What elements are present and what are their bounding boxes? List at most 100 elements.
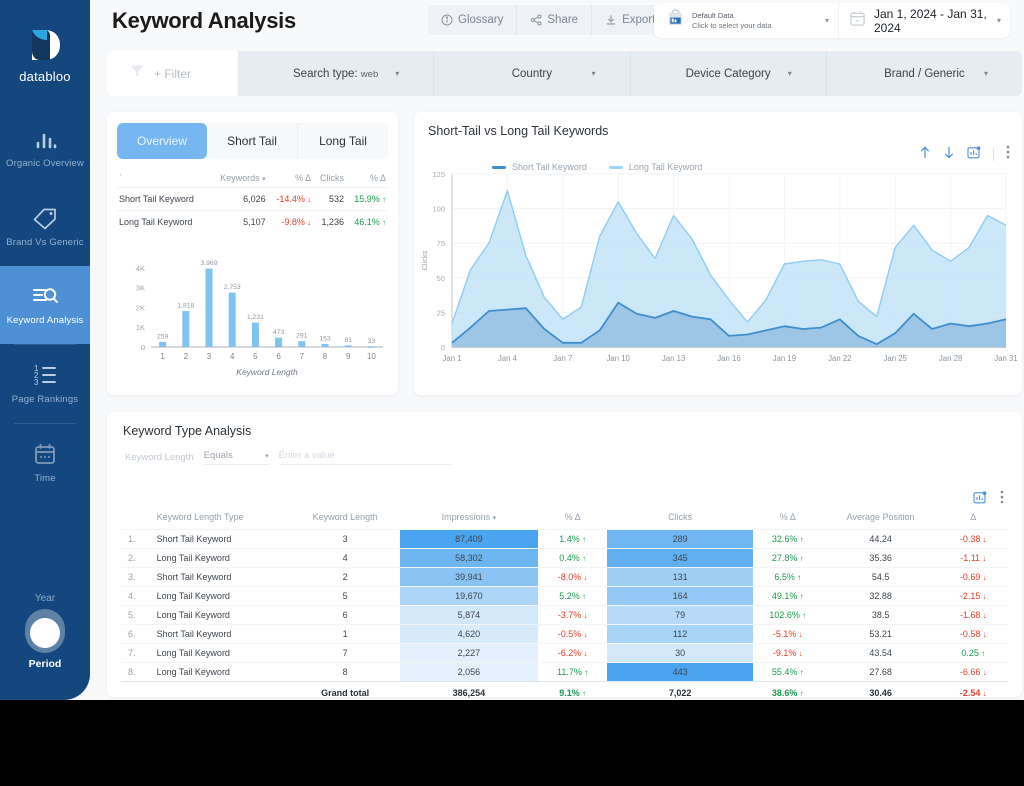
cell-total-clicks: 7,022 [607, 681, 753, 704]
table-row[interactable]: 3. Short Tail Keyword 2 39,941 -8.0% ↓ 131 6.5… [121, 567, 1008, 587]
filter-operator-value: Equals [203, 450, 233, 461]
col-keyword-length[interactable]: Keyword Length [290, 507, 400, 530]
bar-chart-icon [33, 129, 57, 151]
sidebar-item-organic-overview[interactable]: Organic Overview [0, 110, 90, 188]
glossary-label: Glossary [458, 14, 504, 26]
col-blank: ` [117, 169, 210, 188]
col-keyword-length-type[interactable]: Keyword Length Type [143, 507, 291, 530]
table-row[interactable]: 8. Long Tail Keyword 8 2,056 11.7% ↑ 443 55.4%… [121, 662, 1008, 682]
svg-text:1K: 1K [136, 323, 145, 332]
filter-country-label: Country [511, 67, 553, 80]
sidebar-item-label: Organic Overview [6, 158, 84, 169]
svg-text:Jan 19: Jan 19 [773, 354, 796, 363]
cell-keyword-length: 1 [290, 624, 401, 644]
table-head: Keyword Length Type Keyword Length Impre… [121, 507, 1008, 530]
sidebar-item-keyword-analysis[interactable]: Keyword Analysis [0, 266, 90, 344]
filter-search-type[interactable]: Search type: web ▾ [238, 51, 435, 96]
table-row[interactable]: 6. Short Tail Keyword 1 4,620 -0.5% ↓ 112 -5.1… [121, 624, 1008, 644]
arrow-up-icon[interactable] [919, 146, 931, 164]
table-row[interactable]: 5. Long Tail Keyword 6 5,874 -3.7% ↓ 79 102.6%… [121, 605, 1008, 625]
toolbar-divider [993, 148, 994, 161]
col-impressions-delta[interactable]: % Δ [538, 507, 608, 530]
chevron-down-icon[interactable]: ▾ [395, 69, 399, 78]
svg-text:Jan 22: Jan 22 [828, 354, 851, 363]
add-filter-button[interactable]: + Filter [107, 51, 238, 96]
sort-caret-icon: ▾ [262, 176, 266, 183]
col-impressions[interactable]: Impressions ▾ [400, 507, 538, 530]
chevron-down-icon[interactable]: ▾ [825, 16, 829, 25]
filter-operator-select[interactable]: Equals ▾ [203, 450, 269, 465]
svg-text:9: 9 [346, 352, 351, 361]
table-row[interactable]: 2. Long Tail Keyword 4 58,302 0.4% ↑ 345 27.8%… [121, 548, 1008, 568]
arrow-down-icon: ↓ [304, 218, 312, 227]
cell-impressions-delta: 1.4% ↑ [537, 529, 608, 549]
funnel-icon [129, 63, 145, 84]
tab-long-tail[interactable]: Long Tail [298, 123, 388, 159]
col-average-position[interactable]: Average Position [823, 507, 939, 530]
svg-text:Jan 13: Jan 13 [662, 354, 685, 363]
cell-total-label: Grand total [290, 681, 401, 704]
cell-average-position: 32.88 [822, 586, 939, 606]
filter-country[interactable]: Country ▾ [434, 51, 631, 96]
cell-average-position: 53.21 [822, 624, 939, 644]
cell-clicks-delta: -5.1% ↓ [752, 624, 823, 644]
calendar-icon [849, 10, 866, 32]
chart-export-icon[interactable] [967, 145, 981, 164]
table-row[interactable]: Short Tail Keyword 6,026 -14.4% ↓ 532 15… [117, 187, 388, 211]
table-row[interactable]: 7. Long Tail Keyword 7 2,227 -6.2% ↓ 30 -9.1% … [121, 643, 1008, 663]
col-clicks-delta[interactable]: % Δ [753, 507, 823, 530]
cell-clicks: 164 [607, 586, 753, 606]
arrow-up-icon: ↑ [379, 195, 386, 204]
col-clicks[interactable]: Clicks [607, 507, 752, 530]
table-row[interactable]: Long Tail Keyword 5,107 -9.8% ↓ 1,236 46… [117, 210, 388, 233]
sidebar-item-label: Page Rankings [11, 394, 79, 405]
chevron-down-icon[interactable]: ▾ [591, 69, 595, 78]
data-source-selector[interactable]: Default Data Click to select your data ▾ [654, 3, 838, 38]
chevron-down-icon[interactable]: ▾ [984, 69, 988, 78]
cell-keyword-length-type: Long Tail Keyword [142, 605, 291, 625]
keyword-length-filter-label: Keyword Length [125, 452, 194, 463]
col-clicks[interactable]: Clicks [313, 169, 346, 188]
period-toggle-switch[interactable] [25, 609, 65, 653]
share-button[interactable]: Share [517, 5, 593, 35]
filter-brand-generic[interactable]: Brand / Generic ▾ [827, 51, 1022, 96]
table-row[interactable]: 1. Short Tail Keyword 3 87,409 1.4% ↑ 289 32.6… [121, 529, 1008, 549]
arrow-down-icon[interactable] [943, 146, 955, 164]
svg-text:75: 75 [437, 239, 445, 248]
brand-name: databloo [19, 69, 71, 84]
sidebar-item-time[interactable]: Time [0, 424, 90, 502]
download-icon [605, 14, 617, 26]
tag-icon [32, 206, 58, 230]
period-year-label: Year [34, 593, 56, 604]
tab-short-tail[interactable]: Short Tail [207, 123, 298, 159]
svg-text:3,969: 3,969 [200, 260, 217, 267]
filter-value-input[interactable]: Enter a value [278, 450, 451, 465]
cell-keywords-delta: -14.4% ↓ [267, 187, 314, 211]
svg-text:3: 3 [207, 352, 212, 361]
chevron-down-icon[interactable]: ▾ [788, 69, 792, 78]
overview-card: Overview Short Tail Long Tail ` Keywords… [107, 112, 398, 395]
cell-keyword-length: 3 [290, 529, 401, 549]
col-keywords-delta[interactable]: % Δ [267, 169, 314, 188]
cell-total-label [142, 681, 291, 704]
tab-overview[interactable]: Overview [117, 123, 207, 159]
sidebar-item-page-rankings[interactable]: 1 2 3 Page Rankings [0, 345, 90, 423]
keyword-search-icon [31, 284, 59, 308]
filter-device-category[interactable]: Device Category ▾ [631, 51, 827, 96]
col-clicks-delta[interactable]: % Δ [346, 169, 388, 188]
date-range-selector[interactable]: Jan 1, 2024 - Jan 31, 2024 ▾ [838, 3, 1010, 38]
glossary-button[interactable]: Glossary [428, 5, 518, 35]
chevron-down-icon[interactable]: ▾ [997, 16, 1001, 25]
numbered-list-icon: 1 2 3 [32, 363, 58, 387]
sort-caret-icon: ▾ [492, 515, 497, 522]
col-keywords[interactable]: Keywords ▾ [209, 169, 268, 188]
svg-text:100: 100 [432, 205, 445, 214]
cell-keyword-length-type: Short Tail Keyword [142, 529, 291, 549]
sidebar-item-brand-vs-generic[interactable]: Brand Vs Generic [0, 188, 90, 266]
col-position-delta[interactable]: Δ [939, 507, 1008, 530]
table-row[interactable]: 4. Long Tail Keyword 5 19,670 5.2% ↑ 164 49.1%… [121, 586, 1008, 606]
keyword-length-filter: Keyword Length Equals ▾ Enter a value [125, 450, 451, 465]
header-actions: Glossary Share Export [428, 5, 669, 35]
cell-impressions: 19,670 [400, 586, 538, 606]
chart-export-icon[interactable] [973, 490, 987, 509]
